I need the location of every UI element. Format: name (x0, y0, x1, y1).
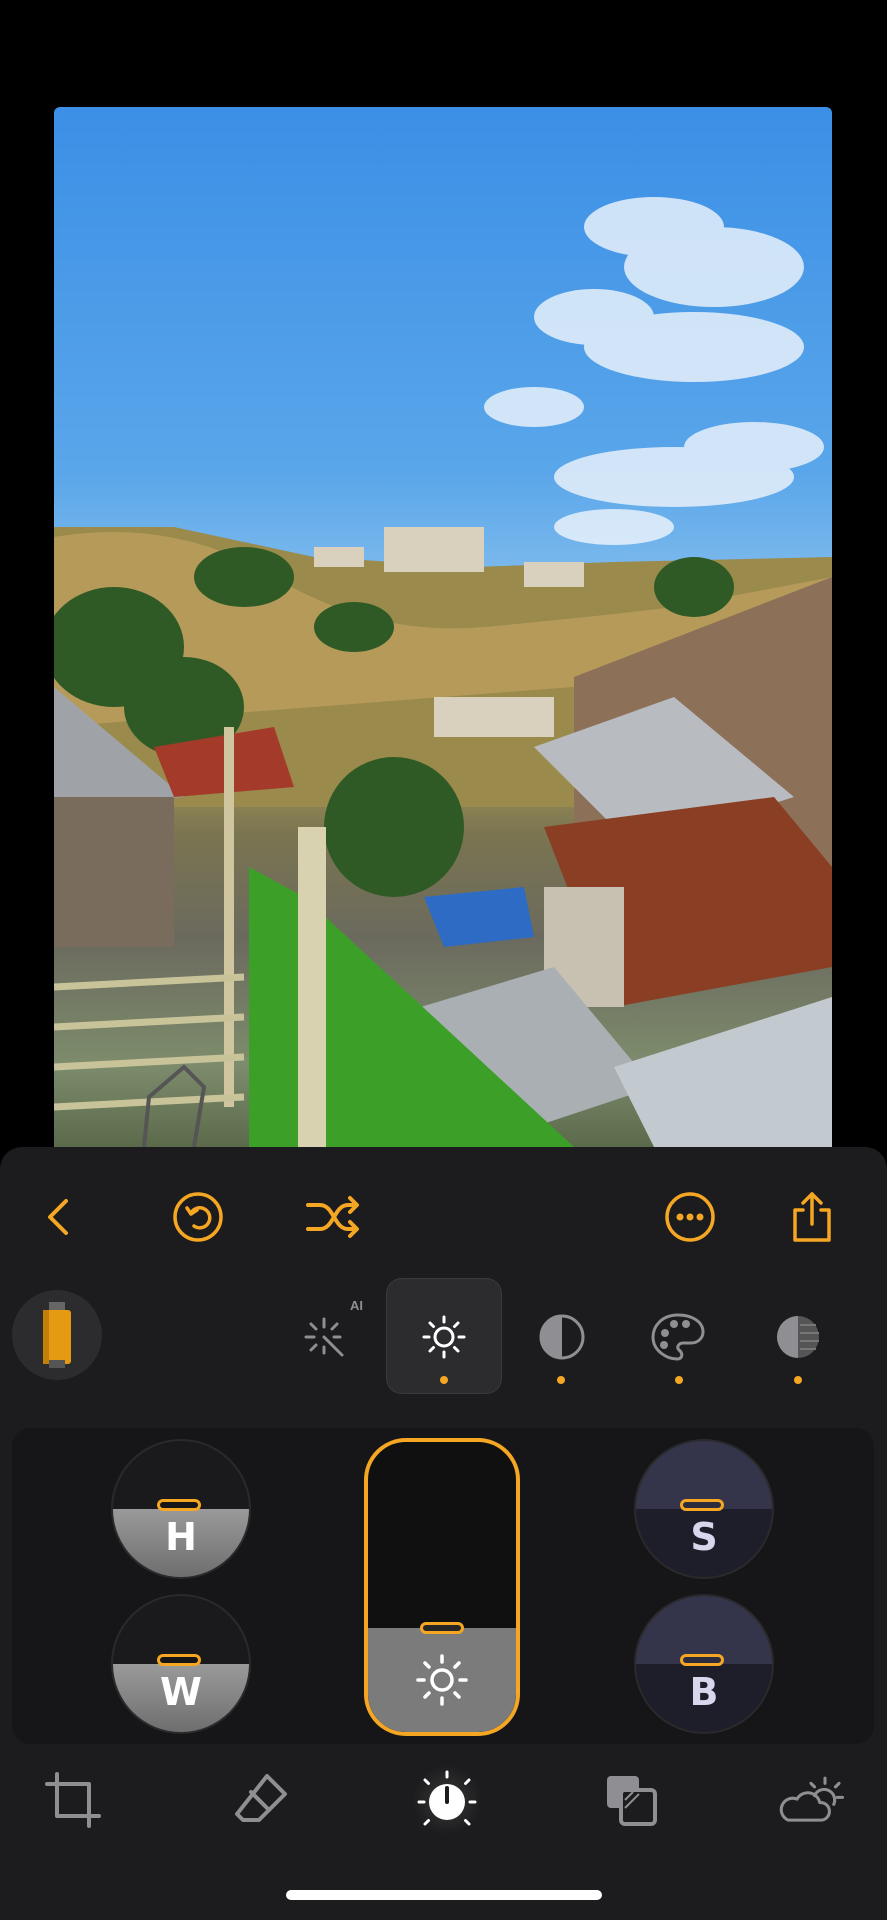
brightness-icon (422, 1315, 466, 1359)
saturation-handle[interactable] (680, 1499, 724, 1511)
undo-icon (173, 1192, 223, 1242)
tool-color[interactable] (646, 1305, 710, 1369)
share-icon (793, 1192, 831, 1242)
magic-wand-icon (304, 1317, 344, 1357)
highlights-handle[interactable] (157, 1499, 201, 1511)
photo-preview[interactable] (54, 107, 832, 1147)
blacks-knob[interactable]: B (636, 1596, 772, 1732)
crop-icon (45, 1772, 101, 1828)
eraser-icon (235, 1774, 287, 1822)
sun-icon (416, 1654, 468, 1706)
nav-adjust[interactable] (412, 1765, 482, 1835)
back-button[interactable] (26, 1185, 90, 1249)
highlights-label: H (165, 1515, 197, 1559)
tool-vignette-indicator (794, 1376, 802, 1384)
whites-handle[interactable] (157, 1654, 201, 1666)
film-button[interactable] (12, 1290, 102, 1380)
whites-knob[interactable]: W (113, 1596, 249, 1732)
nav-weather[interactable] (776, 1765, 846, 1835)
saturation-label: S (690, 1515, 718, 1559)
blacks-handle[interactable] (680, 1654, 724, 1666)
weather-icon (779, 1776, 845, 1822)
exposure-handle[interactable] (420, 1622, 464, 1634)
nav-eraser[interactable] (226, 1765, 296, 1835)
more-icon (665, 1192, 715, 1242)
home-indicator (286, 1890, 602, 1900)
chevron-left-icon (48, 1199, 68, 1235)
tool-light[interactable] (412, 1305, 476, 1369)
tool-ai-enhance[interactable] (292, 1305, 356, 1369)
adjust-icon (417, 1770, 477, 1826)
share-button[interactable] (780, 1185, 844, 1249)
more-button[interactable] (658, 1185, 722, 1249)
exposure-slider[interactable] (364, 1438, 520, 1736)
nav-layers[interactable] (596, 1765, 666, 1835)
whites-label: W (160, 1670, 202, 1714)
ai-badge: AI (350, 1298, 363, 1313)
nav-crop[interactable] (38, 1765, 108, 1835)
tool-contrast[interactable] (530, 1305, 594, 1369)
photo-scene (54, 197, 832, 1147)
highlights-knob[interactable]: H (113, 1441, 249, 1577)
contrast-icon (539, 1314, 585, 1360)
tool-contrast-indicator (557, 1376, 565, 1384)
vignette-icon (777, 1316, 819, 1358)
shuffle-button[interactable] (302, 1185, 366, 1249)
palette-icon (651, 1313, 705, 1361)
film-icon (43, 1302, 71, 1368)
layers-icon (607, 1776, 657, 1826)
undo-button[interactable] (166, 1185, 230, 1249)
shuffle-icon (306, 1196, 359, 1238)
tool-vignette[interactable] (766, 1305, 830, 1369)
tool-color-indicator (675, 1376, 683, 1384)
saturation-knob[interactable]: S (636, 1441, 772, 1577)
blacks-label: B (689, 1670, 719, 1714)
tool-light-indicator (440, 1376, 448, 1384)
